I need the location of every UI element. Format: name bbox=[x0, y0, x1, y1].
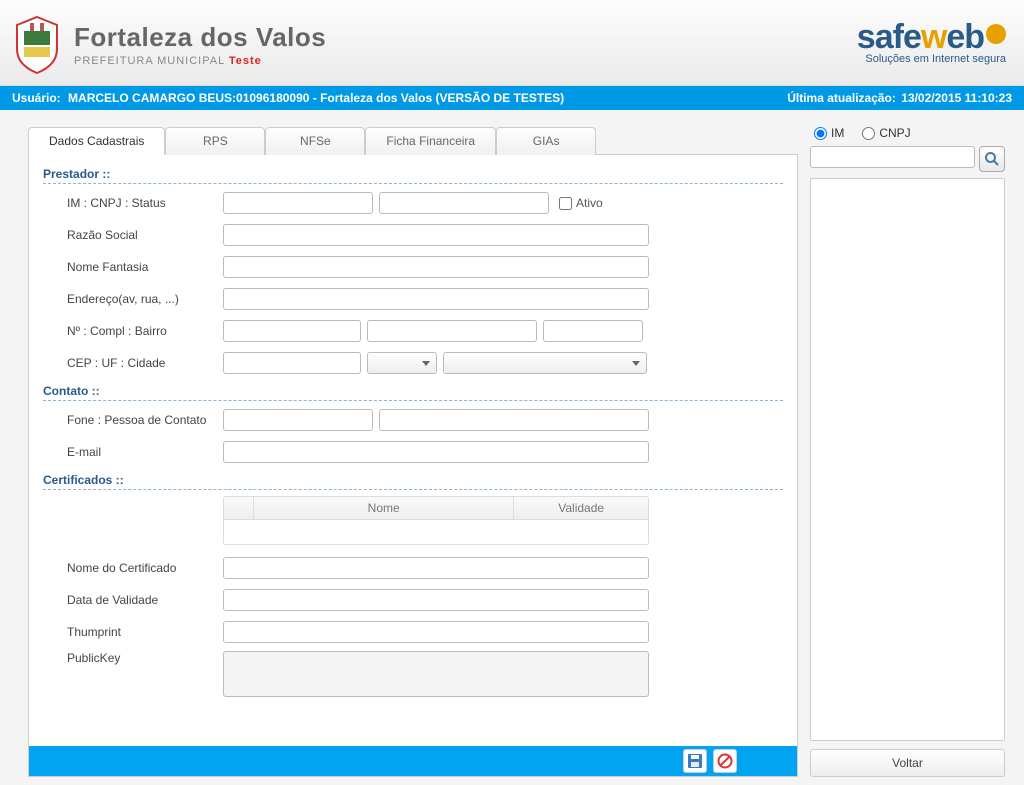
input-numero[interactable] bbox=[223, 320, 361, 342]
radio-im-text: IM bbox=[831, 126, 844, 140]
results-panel bbox=[810, 178, 1005, 741]
search-input[interactable] bbox=[810, 146, 975, 168]
tab-nfse[interactable]: NFSe bbox=[265, 127, 365, 155]
input-data-validade bbox=[223, 589, 649, 611]
brand-eb: eb bbox=[946, 18, 984, 57]
input-im[interactable] bbox=[223, 192, 373, 214]
input-thumbprint bbox=[223, 621, 649, 643]
label-razao: Razão Social bbox=[43, 228, 223, 242]
updated-value: 13/02/2015 11:10:23 bbox=[901, 91, 1012, 105]
input-razao-social[interactable] bbox=[223, 224, 649, 246]
voltar-button[interactable]: Voltar bbox=[810, 749, 1005, 777]
tab-ficha-financeira[interactable]: Ficha Financeira bbox=[365, 127, 496, 155]
label-cep-uf-cidade: CEP : UF : Cidade bbox=[43, 356, 223, 370]
user-name: MARCELO CAMARGO BEUS:01096180090 - Forta… bbox=[68, 91, 564, 105]
cert-col-validade: Validade bbox=[514, 497, 648, 519]
input-nome-certificado bbox=[223, 557, 649, 579]
form-footer bbox=[29, 746, 797, 776]
radio-cnpj[interactable] bbox=[862, 127, 875, 140]
cancel-icon bbox=[717, 753, 733, 769]
chevron-down-icon bbox=[632, 361, 640, 366]
cert-table: Nome Validade bbox=[223, 496, 649, 545]
select-cidade[interactable] bbox=[443, 352, 647, 374]
label-publickey: PublicKey bbox=[43, 651, 223, 665]
brand-w: w bbox=[921, 18, 946, 57]
input-nome-fantasia[interactable] bbox=[223, 256, 649, 278]
label-fantasia: Nome Fantasia bbox=[43, 260, 223, 274]
user-label: Usuário: bbox=[12, 91, 61, 105]
input-cnpj[interactable] bbox=[379, 192, 549, 214]
city-crest-icon bbox=[12, 15, 62, 75]
search-button[interactable] bbox=[979, 146, 1005, 172]
city-title-block: Fortaleza dos Valos PREFEITURA MUNICIPAL… bbox=[74, 22, 326, 67]
input-pessoa-contato[interactable] bbox=[379, 409, 649, 431]
brand-dot-icon bbox=[986, 24, 1006, 44]
label-endereco: Endereço(av, rua, ...) bbox=[43, 292, 223, 306]
cert-col-blank bbox=[224, 497, 254, 519]
input-complemento[interactable] bbox=[367, 320, 537, 342]
input-cep[interactable] bbox=[223, 352, 361, 374]
city-title: Fortaleza dos Valos bbox=[74, 22, 326, 53]
select-uf[interactable] bbox=[367, 352, 437, 374]
subtitle-prefix: PREFEITURA MUNICIPAL bbox=[74, 55, 225, 67]
label-ativo: Ativo bbox=[576, 196, 603, 210]
input-publickey bbox=[223, 651, 649, 697]
cert-col-nome: Nome bbox=[254, 497, 514, 519]
checkbox-ativo[interactable] bbox=[559, 197, 572, 210]
brand-tagline: Soluções em Internet segura bbox=[857, 53, 1006, 65]
label-nome-cert: Nome do Certificado bbox=[43, 561, 223, 575]
tab-rps[interactable]: RPS bbox=[165, 127, 265, 155]
cert-table-body bbox=[224, 520, 648, 544]
section-prestador: Prestador :: bbox=[43, 167, 783, 184]
chevron-down-icon bbox=[422, 361, 430, 366]
city-subtitle: PREFEITURA MUNICIPAL Teste bbox=[74, 55, 326, 67]
input-bairro[interactable] bbox=[543, 320, 643, 342]
label-fone-contato: Fone : Pessoa de Contato bbox=[43, 413, 223, 427]
save-button[interactable] bbox=[683, 749, 707, 773]
radio-cnpj-label[interactable]: CNPJ bbox=[862, 126, 910, 140]
search-icon bbox=[984, 151, 1000, 167]
radio-im-label[interactable]: IM bbox=[814, 126, 844, 140]
user-bar: Usuário: MARCELO CAMARGO BEUS:0109618009… bbox=[0, 86, 1024, 110]
label-data-validade: Data de Validade bbox=[43, 593, 223, 607]
label-im-cnpj-status: IM : CNPJ : Status bbox=[43, 196, 223, 210]
label-thumbprint: Thumprint bbox=[43, 625, 223, 639]
section-contato: Contato :: bbox=[43, 384, 783, 401]
input-fone[interactable] bbox=[223, 409, 373, 431]
tab-panel-dados: Prestador :: IM : CNPJ : Status Ativo Ra… bbox=[28, 154, 798, 777]
section-certificados: Certificados :: bbox=[43, 473, 783, 490]
label-email: E-mail bbox=[43, 445, 223, 459]
updated-label: Última atualização: bbox=[787, 91, 896, 105]
brand-safe: safe bbox=[857, 18, 921, 57]
label-num-compl-bairro: Nº : Compl : Bairro bbox=[43, 324, 223, 338]
search-type-radios: IM CNPJ bbox=[810, 126, 1005, 140]
floppy-disk-icon bbox=[687, 753, 703, 769]
tab-gias[interactable]: GIAs bbox=[496, 127, 596, 155]
brand-logo: safeweb Soluções em Internet segura bbox=[857, 18, 1006, 65]
tabs: Dados Cadastrais RPS NFSe Ficha Financei… bbox=[28, 127, 798, 155]
input-endereco[interactable] bbox=[223, 288, 649, 310]
tab-dados-cadastrais[interactable]: Dados Cadastrais bbox=[28, 127, 165, 155]
input-email[interactable] bbox=[223, 441, 649, 463]
radio-cnpj-text: CNPJ bbox=[879, 126, 910, 140]
radio-im[interactable] bbox=[814, 127, 827, 140]
app-header: Fortaleza dos Valos PREFEITURA MUNICIPAL… bbox=[0, 0, 1024, 86]
subtitle-badge: Teste bbox=[229, 55, 262, 67]
cancel-button[interactable] bbox=[713, 749, 737, 773]
